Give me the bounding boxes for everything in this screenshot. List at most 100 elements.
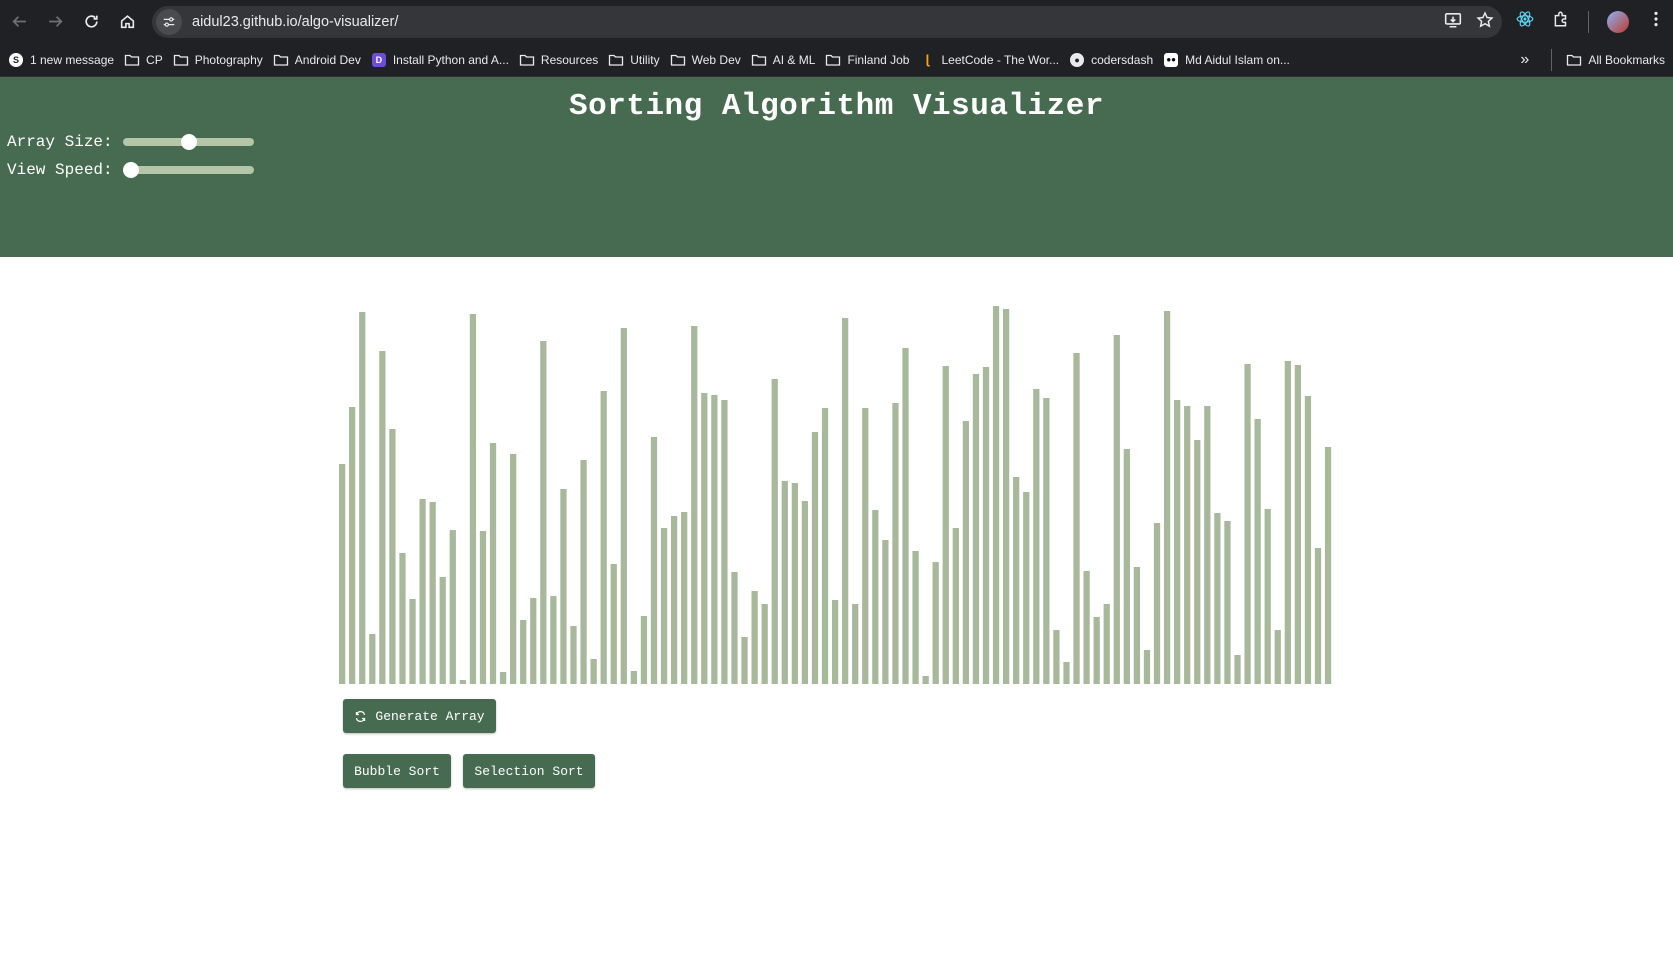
array-bar <box>912 551 919 684</box>
array-bar <box>1013 477 1020 684</box>
array-bar <box>1294 365 1301 684</box>
bookmark-label: 1 new message <box>30 52 115 67</box>
array-bar <box>1153 523 1161 684</box>
array-bar <box>419 499 426 684</box>
bookmark-label: Finland Job <box>847 52 910 67</box>
array-bar <box>379 351 386 684</box>
array-bar <box>711 395 718 684</box>
reload-icon[interactable] <box>74 5 108 39</box>
view-speed-control: View Speed: <box>7 161 254 179</box>
bookmark-label: codersdash <box>1091 52 1154 67</box>
array-bar <box>520 620 527 684</box>
bookmark-label: Android Dev <box>294 52 361 67</box>
bookmark-folder-cp[interactable]: CP <box>124 52 163 68</box>
array-bar <box>570 626 577 684</box>
view-speed-slider-thumb[interactable] <box>123 162 139 178</box>
array-bar <box>751 591 758 684</box>
bookmark-leetcode[interactable]: ɭ LeetCode - The Wor... <box>919 52 1059 68</box>
array-bar <box>1083 571 1090 684</box>
folder-icon <box>751 52 767 68</box>
home-icon[interactable] <box>110 5 144 39</box>
array-bar <box>459 680 466 684</box>
array-bar <box>671 516 678 684</box>
bookmark-new-message[interactable]: S 1 new message <box>8 52 114 68</box>
array-bar <box>761 604 768 684</box>
site-settings-icon[interactable] <box>156 9 182 35</box>
array-bar <box>902 348 909 684</box>
react-devtools-icon[interactable] <box>1516 10 1534 33</box>
array-bar <box>439 577 446 684</box>
array-bar <box>1123 449 1130 684</box>
generate-array-button[interactable]: Generate Array <box>343 699 496 733</box>
array-size-label: Array Size: <box>7 133 113 151</box>
bookmark-folder-ai-ml[interactable]: AI & ML <box>751 52 815 68</box>
more-bookmarks-chevron-icon[interactable]: » <box>1520 51 1529 69</box>
folder-icon <box>519 52 535 68</box>
array-bar <box>1093 617 1100 684</box>
bookmark-folder-resources[interactable]: Resources <box>519 52 598 68</box>
more-menu-icon[interactable] <box>1647 10 1665 33</box>
bookmark-folder-android-dev[interactable]: Android Dev <box>273 52 361 68</box>
bookmarks-bar: S 1 new message CP Photography Android D… <box>0 43 1673 77</box>
array-bar <box>640 616 648 684</box>
selection-sort-button[interactable]: Selection Sort <box>463 754 595 788</box>
array-bar <box>1184 406 1191 684</box>
profile-avatar[interactable] <box>1607 10 1629 33</box>
array-size-control: Array Size: <box>7 133 254 151</box>
page-title: Sorting Algorithm Visualizer <box>569 89 1104 124</box>
bookmark-label: CP <box>146 52 163 67</box>
bookmark-folder-utility[interactable]: Utility <box>608 52 660 68</box>
array-bar <box>1234 655 1241 684</box>
array-bar <box>1073 353 1080 684</box>
address-bar[interactable]: aidul23.github.io/algo-visualizer/ <box>152 6 1502 38</box>
folder-icon <box>273 52 289 68</box>
array-bar <box>1284 361 1291 684</box>
array-bar <box>1304 396 1312 684</box>
array-bar <box>701 393 708 684</box>
array-bar <box>349 407 356 684</box>
array-bar <box>1194 440 1201 684</box>
bookmark-label: Install Python and A... <box>392 52 509 67</box>
array-bar <box>1244 364 1251 684</box>
url-text[interactable]: aidul23.github.io/algo-visualizer/ <box>192 14 398 30</box>
back-icon[interactable] <box>2 5 36 39</box>
bookmark-star-icon[interactable] <box>1476 10 1494 34</box>
array-bar <box>922 676 929 684</box>
forward-icon[interactable] <box>38 5 72 39</box>
array-bar <box>1214 513 1221 684</box>
all-bookmarks-label: All Bookmarks <box>1588 52 1665 67</box>
array-bar <box>540 341 547 684</box>
array-bar <box>821 408 829 684</box>
bookmark-install-python[interactable]: D Install Python and A... <box>371 52 509 68</box>
install-app-icon[interactable] <box>1444 11 1462 34</box>
all-bookmarks-button[interactable]: All Bookmarks <box>1566 52 1665 68</box>
view-speed-slider[interactable] <box>123 162 254 178</box>
array-bar <box>449 530 456 684</box>
array-bar <box>560 489 567 684</box>
bookmark-label: LeetCode - The Wor... <box>941 52 1060 67</box>
bookmark-folder-photography[interactable]: Photography <box>173 52 263 68</box>
array-bar <box>962 421 969 684</box>
array-bar <box>660 528 668 684</box>
array-bar <box>499 672 507 684</box>
array-bar <box>1053 630 1060 684</box>
bookmark-medium[interactable]: ●● Md Aidul Islam on... <box>1163 52 1290 68</box>
bookmark-folder-web-dev[interactable]: Web Dev <box>670 52 741 68</box>
array-bar <box>862 408 869 684</box>
extensions-icon[interactable] <box>1552 10 1570 33</box>
generate-array-label: Generate Array <box>375 708 485 724</box>
folder-icon <box>825 52 841 68</box>
array-size-slider[interactable] <box>123 134 254 150</box>
array-bar <box>610 564 617 684</box>
array-bar <box>1224 521 1231 684</box>
bookmark-codersdash[interactable]: ● codersdash <box>1069 52 1153 68</box>
bookmark-folder-finland-job[interactable]: Finland Job <box>825 52 909 68</box>
array-bar <box>1314 548 1322 684</box>
array-bar <box>630 671 637 684</box>
array-bar <box>1033 389 1040 684</box>
bubble-sort-button[interactable]: Bubble Sort <box>343 754 451 788</box>
array-bar <box>1063 662 1070 684</box>
array-bar <box>469 314 477 684</box>
array-size-slider-thumb[interactable] <box>180 134 197 150</box>
array-bar <box>952 528 959 684</box>
